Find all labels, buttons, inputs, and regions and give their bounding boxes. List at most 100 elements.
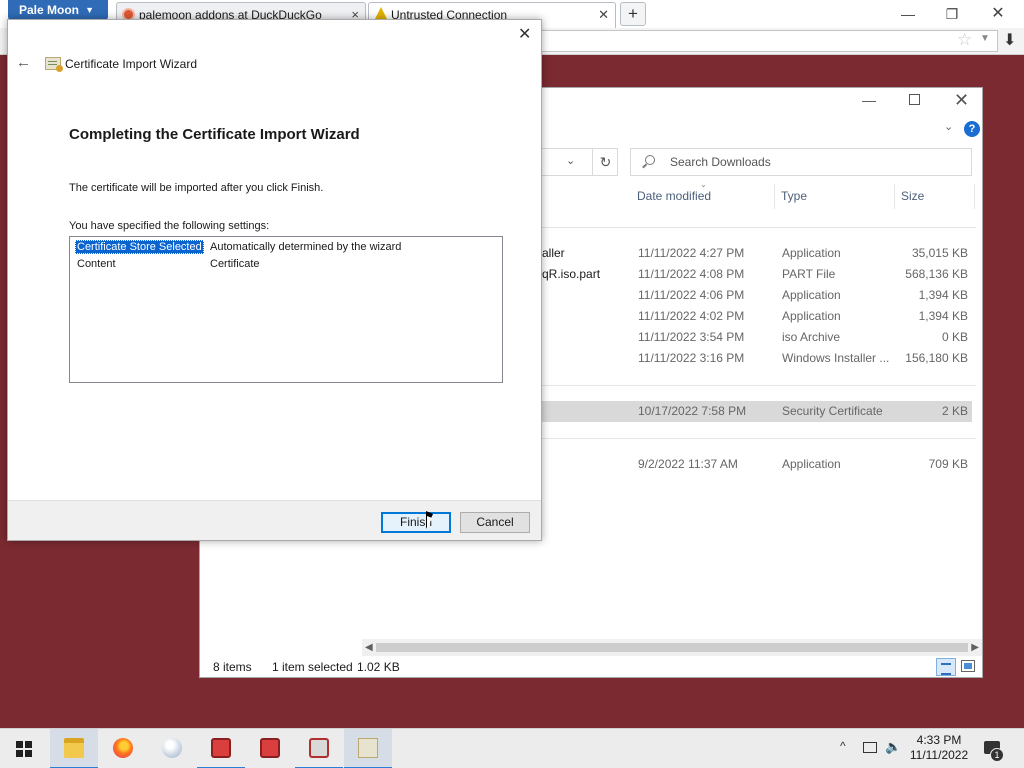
setting-value: Certificate	[210, 258, 260, 270]
firefox-icon	[113, 738, 133, 758]
file-size: 156,180 KB	[905, 351, 968, 365]
taskbar-toolbox-3[interactable]	[295, 729, 343, 768]
downloads-icon[interactable]: ⬇	[1003, 30, 1016, 50]
search-input[interactable]: Search Downloads	[630, 148, 972, 176]
column-header-type[interactable]: Type	[781, 189, 807, 203]
file-date: 11/11/2022 4:27 PM	[638, 246, 745, 260]
taskbar-toolbox-2[interactable]	[246, 729, 294, 768]
show-hidden-icons-icon[interactable]: ^	[840, 739, 846, 753]
file-row-selected[interactable]: 10/17/2022 7:58 PM Security Certificate 2 …	[542, 401, 972, 422]
wizard-description: The certificate will be imported after y…	[69, 182, 324, 194]
taskbar-certificate-wizard[interactable]	[344, 729, 392, 768]
maximize-icon[interactable]	[909, 94, 920, 105]
expand-ribbon-icon[interactable]: ⌄	[944, 120, 953, 133]
large-icons-view-icon[interactable]	[961, 660, 975, 672]
scroll-left-icon[interactable]: ◀	[365, 639, 373, 656]
file-row[interactable]: 11/11/2022 3:16 PM Windows Installer ... 1…	[542, 348, 972, 369]
finish-button[interactable]: Finish	[381, 512, 451, 533]
group-divider	[542, 438, 976, 439]
minimize-icon[interactable]: —	[862, 92, 876, 108]
minimize-icon[interactable]: —	[888, 3, 928, 25]
group-divider	[542, 227, 976, 228]
file-size: 0 KB	[941, 330, 968, 344]
setting-key: Certificate Store Selected	[75, 240, 204, 254]
scrollbar-thumb[interactable]	[376, 643, 968, 652]
certificate-icon	[45, 57, 63, 72]
folder-icon	[64, 738, 84, 758]
clock[interactable]: 4:33 PM 11/11/2022	[900, 733, 978, 763]
settings-list[interactable]: Certificate Store Selected Automatically…	[69, 236, 503, 383]
sort-indicator-icon: ⌄	[700, 180, 707, 189]
close-tab-icon[interactable]: ✕	[598, 3, 609, 27]
item-count: 8 items	[213, 660, 252, 674]
toolbox-error-icon	[309, 738, 329, 758]
file-name: qR.iso.part	[542, 267, 601, 281]
file-date: 11/11/2022 3:16 PM	[638, 351, 745, 365]
cancel-button[interactable]: Cancel	[460, 512, 530, 533]
column-divider[interactable]	[974, 184, 975, 209]
wizard-footer: Finish Cancel	[8, 500, 541, 540]
file-row[interactable]: 11/11/2022 4:02 PM Application 1,394 KB	[542, 306, 972, 327]
file-row[interactable]: qR.iso.part 11/11/2022 4:08 PM PART File 56…	[542, 264, 972, 285]
column-header-date[interactable]: Date modified	[637, 189, 711, 203]
file-size: 1,394 KB	[918, 309, 968, 323]
file-type: Application	[782, 246, 841, 260]
url-bar[interactable]	[540, 30, 998, 52]
file-name: aller	[542, 246, 565, 260]
clock-date: 11/11/2022	[909, 748, 969, 762]
file-size: 35,015 KB	[911, 246, 968, 260]
app-menu-label: Pale Moon	[19, 3, 80, 17]
file-date: 11/11/2022 3:54 PM	[638, 330, 745, 344]
mouse-cursor-icon	[426, 511, 433, 529]
file-date: 9/2/2022 11:37 AM	[638, 457, 738, 471]
notification-count-badge: 1	[990, 748, 1004, 762]
new-tab-button[interactable]: +	[620, 2, 646, 26]
horizontal-scrollbar[interactable]: ◀ ▶	[362, 639, 982, 656]
selection-size: 1.02 KB	[357, 660, 400, 674]
back-arrow-icon[interactable]: ←	[16, 54, 31, 71]
file-row[interactable]: 11/11/2022 3:54 PM iso Archive 0 KB	[542, 327, 972, 348]
help-icon[interactable]: ?	[964, 121, 980, 137]
close-icon[interactable]: ✕	[518, 24, 531, 44]
file-size: 2 KB	[941, 404, 968, 418]
volume-icon[interactable]: 🔈	[885, 739, 901, 755]
group-divider	[542, 385, 976, 386]
chevron-down-icon[interactable]: ⌄	[566, 154, 575, 167]
file-type: Application	[782, 457, 841, 471]
dropdown-arrow-icon: ▼	[85, 5, 94, 15]
file-type: Application	[782, 309, 841, 323]
file-row[interactable]: aller 11/11/2022 4:27 PM Application 35,015…	[542, 243, 972, 264]
file-date: 11/11/2022 4:02 PM	[638, 309, 745, 323]
bookmark-star-icon[interactable]: ☆	[957, 30, 972, 50]
refresh-icon[interactable]: ↻	[592, 149, 618, 175]
file-type: Security Certificate	[782, 404, 883, 418]
close-icon[interactable]: ✕	[954, 90, 969, 111]
url-dropdown-icon[interactable]: ▼	[980, 33, 990, 44]
column-header-size[interactable]: Size	[901, 189, 924, 203]
taskbar-toolbox-1[interactable]	[197, 729, 245, 768]
network-icon[interactable]	[863, 742, 877, 753]
search-icon	[645, 155, 655, 165]
search-placeholder: Search Downloads	[670, 155, 771, 169]
file-row[interactable]: 11/11/2022 4:06 PM Application 1,394 KB	[542, 285, 972, 306]
setting-value: Automatically determined by the wizard	[210, 241, 402, 253]
close-icon[interactable]: ✕	[978, 3, 1018, 25]
setting-key: Content	[77, 258, 116, 270]
toolbox-icon	[211, 738, 231, 758]
taskbar-firefox[interactable]	[99, 729, 147, 768]
details-view-icon[interactable]	[936, 658, 956, 676]
file-date: 10/17/2022 7:58 PM	[638, 404, 747, 418]
file-size: 1,394 KB	[918, 288, 968, 302]
scroll-right-icon[interactable]: ▶	[971, 639, 979, 656]
start-menu-icon[interactable]	[16, 741, 32, 757]
maximize-icon[interactable]: ❐	[932, 3, 972, 25]
app-menu-button[interactable]: Pale Moon ▼	[8, 0, 108, 20]
settings-label: You have specified the following setting…	[69, 220, 270, 232]
taskbar: ^ 🔈 4:33 PM 11/11/2022 1	[0, 728, 1024, 768]
column-divider[interactable]	[774, 184, 775, 209]
file-row[interactable]: 9/2/2022 11:37 AM Application 709 KB	[542, 454, 972, 475]
taskbar-palemoon[interactable]	[148, 729, 196, 768]
column-divider[interactable]	[894, 184, 895, 209]
file-type: Application	[782, 288, 841, 302]
taskbar-file-explorer[interactable]	[50, 729, 98, 768]
